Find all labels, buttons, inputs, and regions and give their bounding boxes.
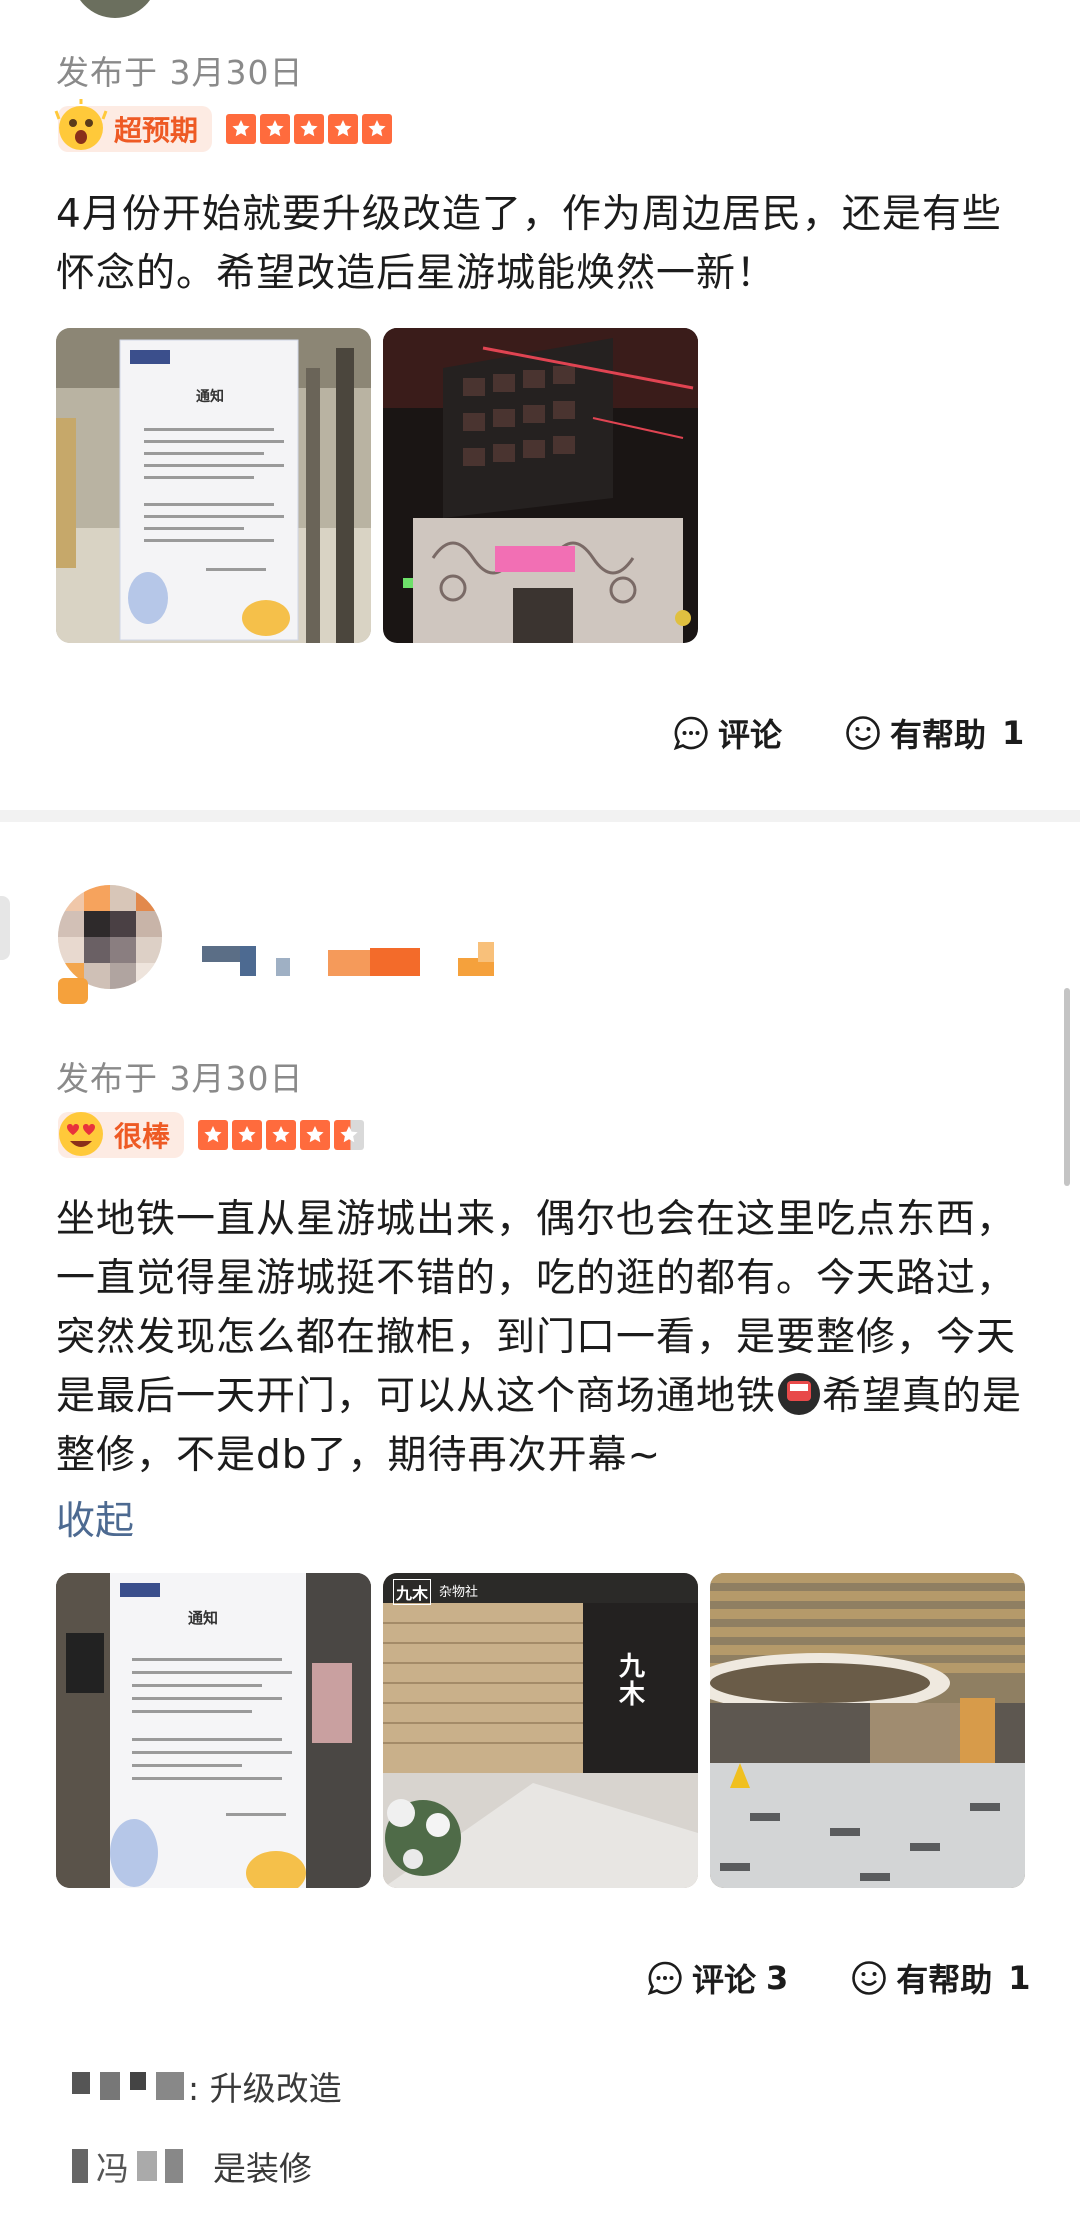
store-sign-mark: 九木 xyxy=(619,1652,646,1710)
review-date: 发布于 3月30日 xyxy=(56,1059,304,1098)
heart-eyes-face-icon xyxy=(59,1112,103,1156)
avatar-partial[interactable] xyxy=(72,0,158,18)
comment-bubble-icon xyxy=(647,1961,682,1996)
review-actions: 评论 3 有帮助 1 xyxy=(646,1955,1031,2001)
star-icon xyxy=(300,1120,331,1150)
review-actions: 评论 有帮助 1 xyxy=(672,710,1024,756)
reply-item[interactable]: : 升级改造 xyxy=(72,2062,342,2110)
smile-icon xyxy=(846,716,880,750)
notice-title: 通知 xyxy=(196,389,224,405)
comment-label: 评论 xyxy=(718,716,783,754)
review-photo-building[interactable] xyxy=(383,328,698,643)
comment-count: 3 xyxy=(766,1959,789,1997)
username-redacted[interactable] xyxy=(200,940,500,980)
level-badge-icon xyxy=(58,978,88,1004)
star-icon xyxy=(362,114,393,144)
mood-badge: 很棒 xyxy=(58,1112,185,1158)
helpful-button[interactable]: 有帮助 1 xyxy=(850,1955,1031,2001)
star-rating xyxy=(198,1120,368,1150)
comment-button[interactable]: 评论 3 xyxy=(646,1955,788,2001)
review-photo-store[interactable]: 九木 杂物社 九木 xyxy=(383,1573,698,1888)
reply-text: 是装修 xyxy=(213,2149,312,2188)
helpful-label: 有帮助 xyxy=(896,1961,993,1999)
star-icon xyxy=(294,114,325,144)
review-photo-mall-interior[interactable] xyxy=(710,1573,1025,1888)
helpful-count: 1 xyxy=(1008,1959,1031,1997)
review-date: 发布于 3月30日 xyxy=(56,53,304,92)
review-divider xyxy=(0,810,1080,822)
rating-row: 超预期 xyxy=(54,99,396,152)
mood-label: 很棒 xyxy=(114,1120,171,1153)
review-text: 坐地铁一直从星游城出来，偶尔也会在这里吃点东西，一直觉得星游城挺不错的，吃的逛的… xyxy=(56,1190,1036,1485)
review-photo-notice[interactable]: 通知 xyxy=(56,328,371,643)
mood-label: 超预期 xyxy=(114,114,199,147)
mood-badge: 超预期 xyxy=(54,99,213,152)
comment-bubble-icon xyxy=(673,716,708,751)
helpful-button[interactable]: 有帮助 1 xyxy=(844,710,1024,756)
star-icon xyxy=(232,1120,263,1150)
store-mark: 九木 xyxy=(393,1579,432,1605)
store-name: 杂物社 xyxy=(439,1585,479,1600)
notice-title: 通知 xyxy=(188,1609,219,1627)
review-text: 4月份开始就要升级改造了，作为周边居民，还是有些怀念的。希望改造后星游城能焕然一… xyxy=(56,192,1002,296)
metro-icon xyxy=(778,1373,821,1415)
side-handle[interactable] xyxy=(0,896,10,960)
star-icon xyxy=(328,114,359,144)
comment-label: 评论 xyxy=(692,1961,757,1999)
reply-text: : 升级改造 xyxy=(188,2069,342,2108)
avatar[interactable] xyxy=(58,885,162,989)
smile-icon xyxy=(852,1961,887,1995)
helpful-count: 1 xyxy=(1002,714,1025,752)
reply-item[interactable]: 冯 是装修 xyxy=(72,2142,312,2190)
amazed-face-icon xyxy=(54,99,108,150)
collapse-link[interactable]: 收起 xyxy=(56,1490,134,1546)
star-icon xyxy=(266,1120,297,1150)
star-icon xyxy=(260,114,291,144)
half-star-icon xyxy=(334,1120,365,1150)
reply-author-redacted xyxy=(72,2072,184,2100)
scrollbar-thumb[interactable] xyxy=(1064,988,1070,1186)
helpful-label: 有帮助 xyxy=(890,716,987,754)
review-photo-notice[interactable]: 通知 xyxy=(56,1573,371,1888)
comment-button[interactable]: 评论 xyxy=(672,710,782,756)
rating-row: 很棒 xyxy=(58,1112,368,1158)
star-icon xyxy=(198,1120,229,1150)
star-rating xyxy=(226,114,396,144)
reply-author-redacted: 冯 xyxy=(72,2142,183,2190)
star-icon xyxy=(226,114,257,144)
